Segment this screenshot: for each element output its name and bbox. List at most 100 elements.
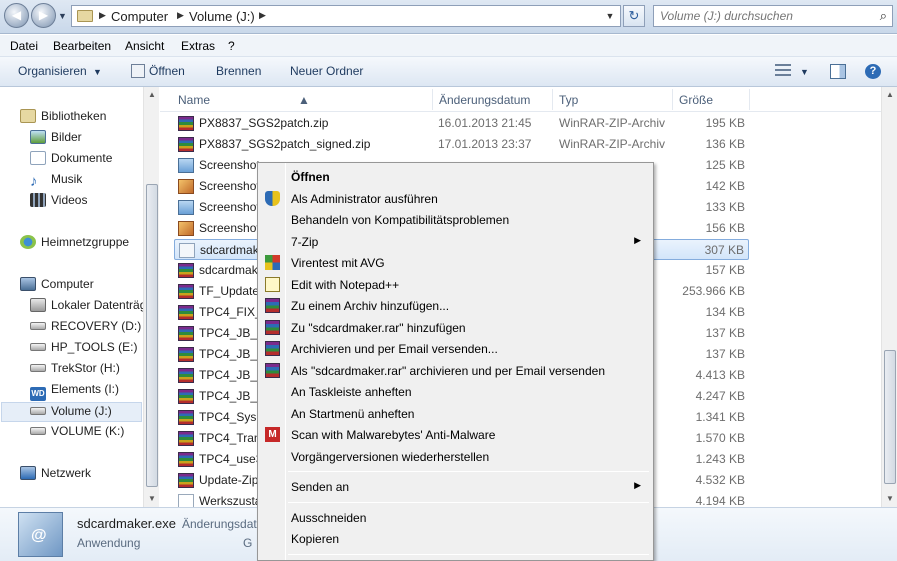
context-menu-label: Ausschneiden: [291, 510, 367, 525]
file-name: TPC4_SysU: [199, 410, 266, 424]
back-button[interactable]: ◀: [4, 3, 29, 28]
menu-extras[interactable]: Extras: [181, 39, 215, 53]
context-menu-item[interactable]: Zu einem Archiv hinzufügen...: [260, 295, 651, 316]
context-menu-item[interactable]: Zu "sdcardmaker.rar" hinzufügen: [260, 317, 651, 338]
nav-computer[interactable]: Computer: [20, 277, 94, 297]
nav-scrollbar[interactable]: ▲ ▼: [143, 87, 159, 507]
column-type[interactable]: Typ: [559, 93, 578, 107]
file-row[interactable]: PX8837_SGS2patch_signed.zip 17.01.2013 23…: [174, 134, 749, 155]
search-box[interactable]: ⌕: [653, 5, 893, 27]
nav-network[interactable]: Netzwerk: [20, 466, 91, 486]
uac-shield-icon: [265, 190, 280, 206]
context-menu-item[interactable]: Vorgängerversionen wiederherstellen: [260, 446, 651, 467]
submenu-arrow-icon: ▶: [634, 480, 641, 490]
image-file-icon: [178, 179, 194, 194]
breadcrumb-arrow-icon[interactable]: ▶: [99, 10, 106, 21]
file-size: 137 KB: [705, 326, 745, 340]
wd-drive-icon: WD: [30, 387, 46, 401]
file-size: 4.247 KB: [695, 389, 745, 403]
column-date[interactable]: Änderungsdatum: [439, 93, 530, 107]
nav-drive-e[interactable]: HP_TOOLS (E:): [30, 340, 137, 360]
application-icon: @: [18, 512, 63, 557]
nav-drive-h[interactable]: TrekStor (H:): [30, 361, 120, 381]
address-dropdown-icon[interactable]: ▼: [602, 8, 618, 24]
context-menu-item[interactable]: Öffnen: [260, 166, 651, 187]
winrar-icon: [265, 319, 280, 335]
nav-homegroup[interactable]: Heimnetzgruppe: [20, 235, 129, 255]
nav-drive-i[interactable]: WD Elements (I:): [30, 382, 119, 402]
organize-button[interactable]: Organisieren ▼: [18, 64, 102, 78]
winrar-icon: [265, 341, 280, 356]
nav-documents[interactable]: Dokumente: [30, 151, 112, 171]
change-view-icon[interactable]: [775, 64, 791, 79]
menu-separator: [288, 501, 649, 503]
zip-archive-icon: [178, 137, 194, 152]
search-icon[interactable]: ⌕: [880, 8, 887, 24]
help-icon[interactable]: ?: [865, 64, 881, 79]
recent-pages-dropdown-icon[interactable]: ▼: [58, 12, 68, 21]
nav-scroll-thumb[interactable]: [146, 184, 158, 487]
nav-drive-j[interactable]: Volume (J:): [1, 402, 142, 422]
context-menu-label: Als Administrator ausführen: [291, 191, 438, 206]
nav-videos[interactable]: Videos: [30, 193, 87, 213]
application-icon: [179, 243, 195, 258]
context-menu-item[interactable]: Behandeln von Kompatibilitätsproblemen: [260, 209, 651, 230]
nav-music[interactable]: ♪ Musik: [30, 172, 82, 192]
context-menu-item[interactable]: Archivieren und per Email versenden...: [260, 338, 651, 359]
context-menu-item[interactable]: M Scan with Malwarebytes' Anti-Malware: [260, 424, 651, 445]
nav-drive-c[interactable]: Lokaler Datenträger (C:): [30, 298, 143, 318]
breadcrumb-volume-j[interactable]: Volume (J:): [189, 9, 255, 24]
context-menu-item[interactable]: Ausschneiden: [260, 507, 651, 528]
zip-archive-icon: [178, 263, 194, 278]
file-list-scrollbar[interactable]: ▲ ▼: [881, 87, 897, 507]
nav-drive-k[interactable]: VOLUME (K:): [30, 424, 124, 444]
nav-pictures[interactable]: Bilder: [30, 130, 82, 150]
breadcrumb-arrow-icon[interactable]: ▶: [259, 10, 266, 21]
breadcrumb-arrow-icon[interactable]: ▶: [177, 10, 184, 21]
libraries-icon: [20, 109, 36, 123]
zip-archive-icon: [178, 452, 194, 467]
menu-help[interactable]: ?: [228, 39, 235, 53]
open-button[interactable]: Öffnen: [131, 64, 185, 78]
refresh-icon: ↻: [628, 8, 640, 23]
context-menu-item[interactable]: Als "sdcardmaker.rar" archivieren und pe…: [260, 360, 651, 381]
scroll-up-icon[interactable]: ▲: [882, 87, 897, 103]
context-menu-item[interactable]: Edit with Notepad++: [260, 274, 651, 295]
context-menu-item[interactable]: Als Administrator ausführen: [260, 188, 651, 209]
zip-archive-icon: [178, 305, 194, 320]
context-menu-item[interactable]: 7-Zip ▶: [260, 231, 651, 252]
avg-icon: [265, 255, 280, 270]
burn-button[interactable]: Brennen: [216, 64, 261, 78]
view-dropdown-icon[interactable]: ▼: [800, 67, 809, 77]
context-menu-item[interactable]: An Startmenü anheften: [260, 403, 651, 424]
new-folder-button[interactable]: Neuer Ordner: [290, 64, 363, 78]
forward-button[interactable]: ▶: [31, 3, 56, 28]
scroll-down-icon[interactable]: ▼: [882, 491, 897, 507]
zip-archive-icon: [178, 389, 194, 404]
column-name[interactable]: Name: [178, 93, 210, 107]
menu-bearbeiten[interactable]: Bearbeiten: [53, 39, 111, 53]
scroll-up-icon[interactable]: ▲: [144, 87, 160, 103]
chevron-down-icon: ▼: [93, 67, 102, 77]
file-scroll-thumb[interactable]: [884, 350, 896, 484]
breadcrumb-computer[interactable]: Computer: [111, 9, 168, 24]
context-menu-item[interactable]: Kopieren: [260, 528, 651, 549]
preview-pane-icon[interactable]: [830, 64, 846, 79]
context-menu-label: 7-Zip: [291, 234, 319, 249]
context-menu-item[interactable]: An Taskleiste anheften: [260, 381, 651, 402]
search-input[interactable]: [660, 8, 870, 24]
file-name: TPC4_JB_B: [199, 347, 266, 361]
column-size[interactable]: Größe: [679, 93, 713, 107]
scroll-down-icon[interactable]: ▼: [144, 491, 160, 507]
breadcrumb[interactable]: ▶ Computer ▶ Volume (J:) ▶ ▼: [71, 5, 621, 27]
context-menu-item[interactable]: Senden an ▶: [260, 476, 651, 497]
context-menu-item[interactable]: Virentest mit AVG: [260, 252, 651, 273]
menu-datei[interactable]: Datei: [10, 39, 38, 53]
refresh-button[interactable]: ↻: [623, 5, 645, 27]
drive-icon: [30, 298, 46, 312]
file-row[interactable]: PX8837_SGS2patch.zip 16.01.2013 21:45 WinR…: [174, 113, 749, 134]
nav-libraries[interactable]: Bibliotheken: [20, 109, 106, 129]
file-type: WinRAR-ZIP-Archiv: [559, 137, 666, 151]
nav-drive-d[interactable]: RECOVERY (D:): [30, 319, 141, 339]
menu-ansicht[interactable]: Ansicht: [125, 39, 164, 53]
